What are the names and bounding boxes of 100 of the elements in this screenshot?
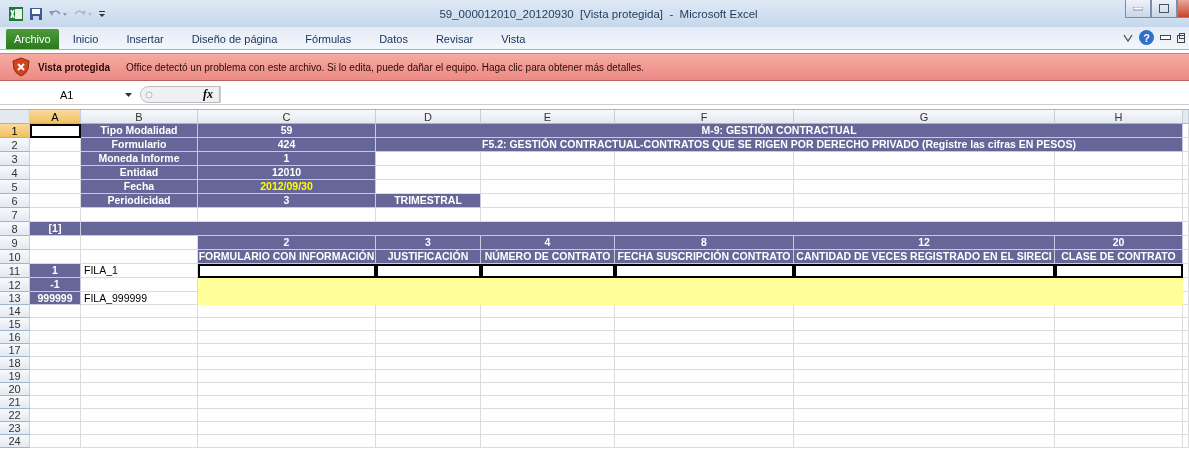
sheet-cell[interactable] — [376, 264, 481, 278]
sheet-cell[interactable] — [198, 292, 1183, 305]
sheet-cell[interactable]: Periodicidad — [81, 194, 198, 208]
insert-function-button[interactable]: fx — [203, 87, 213, 102]
row-header[interactable]: 22 — [0, 409, 30, 422]
row-header[interactable]: 12 — [0, 278, 30, 292]
row-header[interactable]: 24 — [0, 435, 30, 448]
message-text[interactable]: Office detectó un problema con este archivo. Si lo edita, puede dañar el equipo. Haga clic para obtener más detalles. — [126, 61, 644, 73]
column-header[interactable]: B — [81, 110, 198, 124]
row-header[interactable]: 23 — [0, 422, 30, 435]
ribbon-tab[interactable]: Inicio — [58, 29, 113, 49]
maximize-icon — [1159, 4, 1169, 13]
column-header[interactable]: A — [30, 110, 81, 124]
sheet-cell[interactable]: 3 — [198, 194, 376, 208]
column-header[interactable]: F — [615, 110, 794, 124]
sheet-cell[interactable]: FILA_1 — [81, 264, 198, 278]
sheet-cell[interactable]: JUSTIFICACIÓN — [376, 250, 481, 264]
ribbon-tab[interactable]: Diseño de página — [177, 29, 292, 49]
row-header[interactable]: 20 — [0, 383, 30, 396]
ribbon-tab[interactable]: Fórmulas — [291, 29, 366, 49]
column-header[interactable]: H — [1055, 110, 1183, 124]
sheet-cell[interactable]: M-9: GESTIÓN CONTRACTUAL — [376, 124, 1183, 138]
sheet-cell[interactable]: Tipo Modalidad — [81, 124, 198, 138]
sheet-cell[interactable]: [1] — [30, 222, 81, 236]
help-button[interactable]: ? — [1139, 30, 1154, 45]
sheet-cell[interactable]: FORMULARIO CON INFORMACIÓN — [198, 250, 376, 264]
save-icon[interactable] — [29, 6, 43, 21]
ribbon-collapse-icon[interactable] — [1123, 33, 1133, 42]
row-header[interactable]: 8 — [0, 222, 30, 236]
row-header[interactable]: 5 — [0, 180, 30, 194]
row-header[interactable]: 10 — [0, 250, 30, 264]
sheet-cell[interactable]: 424 — [198, 138, 376, 152]
sheet-cell[interactable] — [30, 124, 81, 138]
sheet-cell[interactable]: FECHA SUSCRIPCIÓN CONTRATO — [615, 250, 794, 264]
sheet-cell[interactable]: 12 — [794, 236, 1055, 250]
column-header[interactable] — [1183, 110, 1189, 124]
row-header[interactable]: 16 — [0, 331, 30, 344]
sheet-cell[interactable]: CLASE DE CONTRATO — [1055, 250, 1183, 264]
minimize-icon[interactable] — [1160, 35, 1171, 40]
minimize-icon — [1133, 6, 1143, 11]
sheet-cell[interactable]: 2012/09/30 — [198, 180, 376, 194]
ribbon-tab[interactable]: Revisar — [421, 29, 488, 49]
sheet-cell[interactable]: -1 — [30, 278, 81, 292]
sheet-cell[interactable]: CANTIDAD DE VECES REGISTRADO EN EL SIRECI — [794, 250, 1055, 264]
ribbon-tab[interactable]: Insertar — [112, 29, 178, 49]
customize-toolbar-icon[interactable] — [98, 8, 106, 19]
sheet-cell[interactable]: 12010 — [198, 166, 376, 180]
sheet-cell[interactable]: TRIMESTRAL — [376, 194, 481, 208]
row-header[interactable]: 3 — [0, 152, 30, 166]
row-header[interactable]: 6 — [0, 194, 30, 208]
sheet-cell[interactable]: 3 — [376, 236, 481, 250]
row-header[interactable]: 1 — [0, 124, 30, 138]
row-header[interactable]: 19 — [0, 370, 30, 383]
excel-logo-icon[interactable] — [8, 5, 24, 22]
sheet-cell[interactable]: 4 — [481, 236, 615, 250]
sheet-cell[interactable]: Fecha — [81, 180, 198, 194]
sheet-cell[interactable]: NÚMERO DE CONTRATO — [481, 250, 615, 264]
row-header[interactable]: 18 — [0, 357, 30, 370]
row-header[interactable]: 2 — [0, 138, 30, 152]
row-header[interactable]: 17 — [0, 344, 30, 357]
ribbon-tab[interactable]: Archivo — [6, 29, 59, 49]
sheet-cell[interactable]: F5.2: GESTIÓN CONTRACTUAL-CONTRATOS QUE SE RIGEN POR DERECHO PRIVADO (Registre las cifras EN PESOS) — [376, 138, 1183, 152]
sheet-cell[interactable] — [1055, 264, 1183, 278]
sheet-cell[interactable]: 59 — [198, 124, 376, 138]
column-header[interactable]: G — [794, 110, 1055, 124]
sheet-cell[interactable] — [481, 264, 615, 278]
column-header[interactable]: D — [376, 110, 481, 124]
column-header[interactable]: E — [481, 110, 615, 124]
sheet-cell[interactable] — [198, 278, 1183, 292]
sheet-cell[interactable]: 1 — [198, 152, 376, 166]
close-button[interactable] — [1177, 0, 1189, 18]
shield-icon — [12, 57, 30, 77]
sheet-cell[interactable] — [198, 264, 376, 278]
ribbon-tab[interactable]: Vista — [487, 29, 540, 49]
sheet-cell[interactable]: Formulario — [81, 138, 198, 152]
ribbon-tab[interactable]: Datos — [365, 29, 422, 49]
minimize-button[interactable] — [1125, 0, 1151, 18]
select-all-button[interactable] — [0, 110, 30, 124]
sheet-cell[interactable]: 8 — [615, 236, 794, 250]
sheet-cell[interactable]: 20 — [1055, 236, 1183, 250]
row-header[interactable]: 21 — [0, 396, 30, 409]
row-header[interactable]: 4 — [0, 166, 30, 180]
sheet-cell[interactable]: FILA_999999 — [81, 292, 198, 305]
row-header[interactable]: 13 — [0, 292, 30, 305]
row-header[interactable]: 11 — [0, 264, 30, 278]
row-header[interactable]: 14 — [0, 305, 30, 318]
splitter-icon[interactable] — [145, 90, 153, 99]
sheet-cell[interactable]: 2 — [198, 236, 376, 250]
sheet-cell[interactable] — [794, 264, 1055, 278]
row-header[interactable]: 9 — [0, 236, 30, 250]
maximize-button[interactable] — [1151, 0, 1177, 18]
sheet-cell[interactable]: Entidad — [81, 166, 198, 180]
column-header[interactable]: C — [198, 110, 376, 124]
row-header[interactable]: 7 — [0, 208, 30, 222]
row-header[interactable]: 15 — [0, 318, 30, 331]
sheet-cell[interactable] — [615, 264, 794, 278]
sheet-cell[interactable]: 999999 — [30, 292, 81, 305]
sheet-cell[interactable]: Moneda Informe — [81, 152, 198, 166]
restore-icon[interactable] — [1177, 32, 1185, 43]
sheet-cell[interactable]: 1 — [30, 264, 81, 278]
